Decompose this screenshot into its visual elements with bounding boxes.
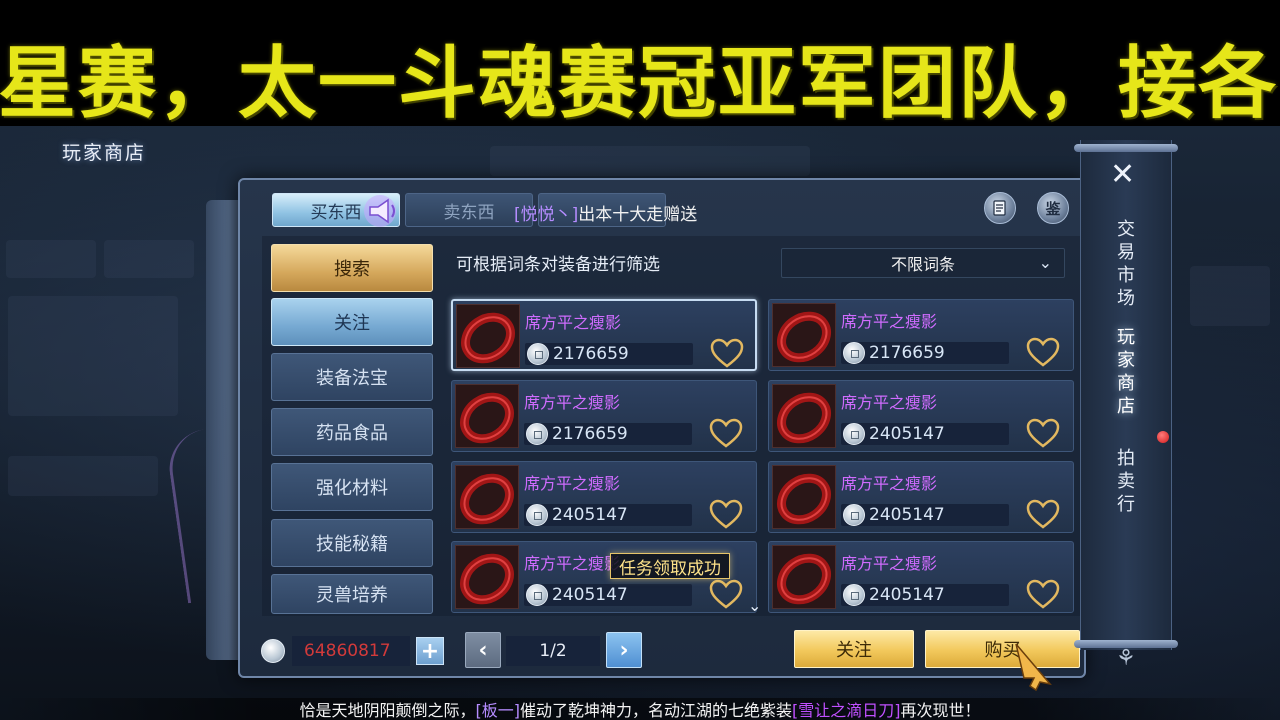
item-card[interactable]: 席方平之瘦影 2176659 <box>451 380 757 452</box>
close-icon[interactable]: ✕ <box>1110 160 1135 190</box>
nav-trade-market[interactable]: 交易市场 <box>1114 218 1138 310</box>
page-next-button[interactable]: › <box>606 632 642 668</box>
bracelet-icon <box>772 303 836 367</box>
item-price: 2405147 <box>552 505 628 525</box>
item-name: 席方平之瘦影 <box>525 313 622 332</box>
heart-icon[interactable] <box>1025 336 1061 368</box>
buy-button[interactable]: 购买 <box>925 630 1080 668</box>
category-skill-book[interactable]: 技能秘籍 <box>271 519 433 567</box>
shop-title: 玩家商店 <box>62 142 147 164</box>
tassel-icon: ⚘ <box>1116 646 1136 671</box>
item-card[interactable]: 席方平之瘦影 2405147 <box>451 461 757 533</box>
scroll-record-icon <box>993 200 1006 216</box>
coin-icon <box>526 423 548 445</box>
item-name: 席方平之瘦影 <box>841 474 938 493</box>
category-equipment[interactable]: 装备法宝 <box>271 353 433 401</box>
item-price: 2405147 <box>869 505 945 525</box>
category-follow[interactable]: 关注 <box>271 298 433 346</box>
item-name: 席方平之瘦影 <box>524 393 621 412</box>
stream-banner: 星赛，太一斗魂赛冠亚军团队，接各 <box>0 0 1280 126</box>
marquee-item: [雪让之滴日刀] <box>792 701 901 720</box>
banner-text: 星赛，太一斗魂赛冠亚军团队，接各 <box>0 39 1279 126</box>
task-toast: 任务领取成功 <box>610 553 730 579</box>
filter-dropdown[interactable]: 不限词条 ⌄ <box>781 248 1065 278</box>
marquee-player: [板一] <box>475 701 520 720</box>
item-card[interactable]: 席方平之瘦影 2405147 <box>768 380 1074 452</box>
record-button[interactable] <box>984 192 1016 224</box>
item-name: 席方平之瘦影 <box>841 312 938 331</box>
wallet-balance: 64860817 <box>292 636 410 666</box>
notice-player-name: [悦悦丶] <box>514 205 579 225</box>
filter-label: 可根据词条对装备进行筛选 <box>456 255 660 275</box>
heart-icon[interactable] <box>1025 578 1061 610</box>
heart-icon[interactable] <box>1025 417 1061 449</box>
nav-player-shop[interactable]: 玩家商店 <box>1114 326 1138 418</box>
coin-icon <box>843 504 865 526</box>
item-name: 席方平之瘦影 <box>841 554 938 573</box>
item-price: 2176659 <box>552 424 628 444</box>
scroll-down-icon: ⌄ <box>748 596 762 615</box>
broadcast-notice: [悦悦丶]出本十大走赠送 <box>514 200 697 225</box>
appraise-button[interactable]: 鉴 <box>1037 192 1069 224</box>
add-funds-button[interactable]: + <box>416 637 444 665</box>
coin-icon <box>843 423 865 445</box>
coin-icon <box>843 584 865 606</box>
marquee-part1: 恰是天地阴阳颠倒之际， <box>299 701 476 720</box>
bracelet-icon <box>456 304 520 368</box>
item-name: 席方平之瘦影 <box>524 554 621 573</box>
page-prev-button[interactable]: ‹ <box>465 632 501 668</box>
heart-icon[interactable] <box>708 578 744 610</box>
item-price: 2405147 <box>869 424 945 444</box>
heart-icon[interactable] <box>708 417 744 449</box>
coin-icon <box>261 639 285 663</box>
item-card[interactable]: 席方平之瘦影 2405147 <box>768 461 1074 533</box>
system-marquee: 恰是天地阴阳颠倒之际， [板一] 催动了乾坤神力，名动江湖的七绝紫装 [雪让之滴日刀]… <box>0 698 1280 720</box>
marquee-part3: 再次现世！ <box>900 701 981 720</box>
item-price: 2176659 <box>869 343 945 363</box>
category-enhance-material[interactable]: 强化材料 <box>271 463 433 511</box>
item-name: 席方平之瘦影 <box>524 474 621 493</box>
coin-icon <box>527 343 549 365</box>
coin-icon <box>526 584 548 606</box>
item-price: 2176659 <box>553 344 629 364</box>
heart-icon[interactable] <box>708 498 744 530</box>
marquee-part2: 催动了乾坤神力，名动江湖的七绝紫装 <box>519 701 792 720</box>
item-card[interactable]: 席方平之瘦影 2176659 <box>451 299 757 371</box>
category-pet[interactable]: 灵兽培养 <box>271 574 433 614</box>
page-indicator: 1/2 <box>506 636 600 666</box>
coin-icon <box>843 342 865 364</box>
category-search[interactable]: 搜索 <box>271 244 433 292</box>
bracelet-icon <box>455 545 519 609</box>
bracelet-icon <box>455 465 519 529</box>
scroll-cap-top <box>1074 144 1178 152</box>
bracelet-icon <box>772 465 836 529</box>
coin-icon <box>526 504 548 526</box>
bracelet-icon <box>772 545 836 609</box>
bracelet-icon <box>455 384 519 448</box>
category-medicine-food[interactable]: 药品食品 <box>271 408 433 456</box>
heart-icon[interactable] <box>709 337 745 369</box>
item-price: 2405147 <box>869 585 945 605</box>
bracelet-icon <box>772 384 836 448</box>
heart-icon[interactable] <box>1025 498 1061 530</box>
item-card[interactable]: 席方平之瘦影 2176659 <box>768 299 1074 371</box>
filter-selected-value: 不限词条 <box>890 255 955 274</box>
item-price: 2405147 <box>552 585 628 605</box>
notification-dot <box>1157 431 1169 443</box>
item-name: 席方平之瘦影 <box>841 393 938 412</box>
follow-button[interactable]: 关注 <box>794 630 914 668</box>
item-card[interactable]: 席方平之瘦影 2405147 <box>768 541 1074 613</box>
chevron-down-icon: ⌄ <box>1038 253 1052 272</box>
megaphone-icon <box>364 195 396 227</box>
pointer-cursor-icon <box>1015 643 1052 692</box>
nav-auction[interactable]: 拍卖行 <box>1114 447 1138 516</box>
notice-text: 出本十大走赠送 <box>578 205 698 225</box>
